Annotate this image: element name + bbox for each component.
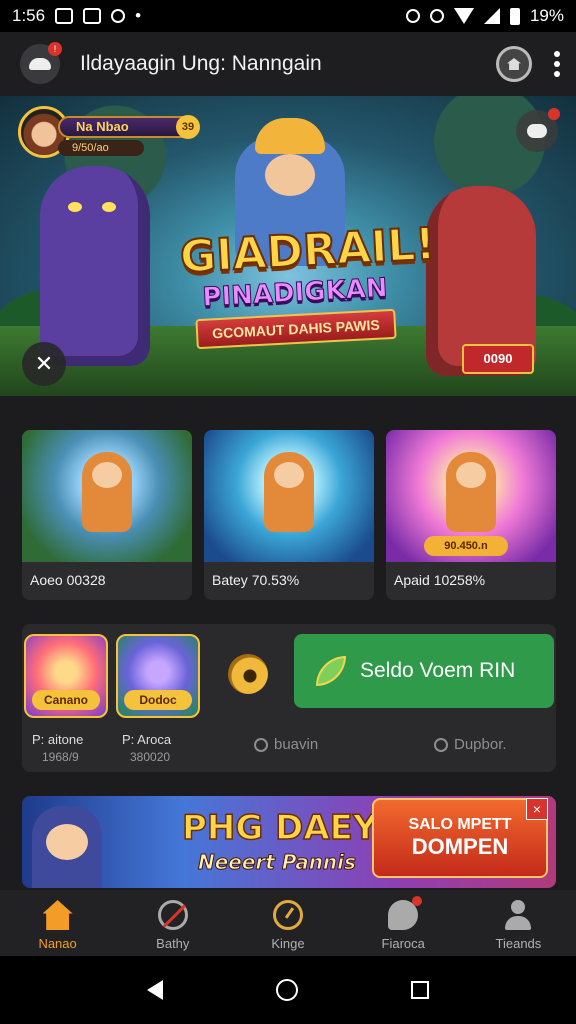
recents-icon[interactable] (411, 981, 430, 999)
wrench-icon: ✕ (34, 351, 54, 376)
notification-badge: ! (48, 42, 62, 56)
nav-item-kinge[interactable]: Kinge (230, 890, 345, 956)
signal-icon (483, 8, 500, 24)
claim-button[interactable]: Seldo Voem RIN (294, 634, 554, 708)
hero-banner[interactable]: Na Nbao 39 9/50/ao GIADRAIL! PINADIGKAN … (0, 96, 576, 396)
game-thumbnail (204, 430, 374, 562)
promo-cta-line2: DOMPEN (411, 834, 509, 859)
chat-icon (527, 124, 547, 138)
purple-monster-illustration (40, 166, 150, 366)
reward-badge: Dodoc (124, 690, 192, 710)
link-dupbor[interactable]: Dupbor. (434, 736, 507, 753)
image-icon (83, 8, 102, 24)
user-icon (503, 900, 533, 930)
home-button[interactable] (496, 46, 532, 82)
game-card-row: Aoeo 00328 Batey 70.53% 90.450.n Apaid 1… (22, 430, 556, 600)
game-label: Batey 70.53% (212, 572, 300, 588)
wifi-icon (453, 8, 474, 24)
battery-level: 19% (529, 6, 564, 25)
gauge-icon (273, 900, 303, 930)
player-name-pill: Na Nbao 39 (58, 115, 200, 139)
tools-button[interactable]: ✕ (22, 342, 66, 386)
reward-name-1: P: aitone (32, 732, 84, 747)
home-icon (42, 900, 73, 930)
nav-item-friends[interactable]: Tieands (461, 890, 576, 956)
dnd-icon (429, 9, 444, 23)
bottom-nav: Nanao Bathy Kinge Fiaroca Tieands (0, 890, 576, 956)
nav-item-chat[interactable]: Fiaroca (346, 890, 461, 956)
promo-banner[interactable]: PHG DAEY Neeert Pannis SALO MPETT DOMPEN… (22, 796, 556, 888)
menu-button[interactable]: ! (20, 42, 62, 84)
reward-name-2: P: Aroca (122, 732, 172, 747)
reward-badge: Canano (32, 690, 100, 710)
nav-item-home[interactable]: Nanao (0, 890, 115, 956)
promo-cta-button[interactable]: SALO MPETT DOMPEN × (372, 798, 548, 878)
game-card-3[interactable]: 90.450.n Apaid 10258% (386, 430, 556, 600)
home-circle-icon[interactable] (275, 979, 298, 1001)
game-label: Apaid 10258% (394, 572, 486, 588)
support-icon (434, 737, 448, 752)
home-icon (507, 58, 521, 70)
chat-button[interactable] (516, 108, 560, 152)
status-bar: 1:56 • 19% (0, 0, 576, 32)
app-bar: ! Ildayaagin Ung: Nanngain (0, 32, 576, 96)
reward-value-2: 380020 (130, 750, 171, 764)
game-card-1[interactable]: Aoeo 00328 (22, 430, 192, 600)
coin-icon (228, 654, 268, 694)
nav-label: Bathy (156, 936, 190, 951)
promo-title: PHG DAEY (181, 807, 378, 849)
app-title: Ildayaagin Ung: Nanngain (80, 52, 322, 75)
rewards-panel: Canano Dodoc P: aitone 1968/9 P: Aroca 3… (22, 624, 556, 772)
alarm-icon (405, 9, 420, 23)
system-nav-bar (0, 956, 576, 1024)
shield-icon (111, 9, 126, 23)
promo-subtitle: Neeert Pannis (198, 850, 357, 875)
claim-button-label: Seldo Voem RIN (360, 659, 516, 682)
overflow-menu-button[interactable] (554, 51, 560, 77)
chat-badge (548, 108, 560, 120)
game-card-2[interactable]: Batey 70.53% (204, 430, 374, 600)
nav-label: Nanao (38, 936, 77, 951)
game-label: Aoeo 00328 (30, 572, 106, 588)
mail-icon (55, 8, 74, 24)
game-thumbnail: 90.450.n (386, 430, 556, 562)
nav-label: Tieands (495, 936, 542, 951)
reward-value-1: 1968/9 (42, 750, 79, 764)
sword-icon (157, 900, 188, 930)
game-price-badge: 90.450.n (424, 536, 508, 556)
player-profile[interactable]: Na Nbao 39 9/50/ao (18, 106, 202, 158)
game-thumbnail (22, 430, 192, 562)
nav-item-battle[interactable]: Bathy (115, 890, 230, 956)
close-icon[interactable]: × (526, 798, 548, 820)
status-time: 1:56 (12, 6, 46, 25)
player-name: Na Nbao (76, 119, 129, 134)
chat-badge (412, 896, 423, 906)
link-buavin[interactable]: buavin (254, 736, 318, 753)
gold-count: 39 (176, 115, 200, 139)
hat-icon (29, 58, 51, 70)
pirate-illustration (32, 806, 102, 888)
back-icon[interactable] (146, 980, 163, 1000)
leaf-icon (316, 656, 346, 686)
promo-cta-line1: SALO MPETT (408, 816, 512, 833)
reward-item-2[interactable]: Dodoc (116, 634, 200, 718)
player-gems: 9/50/ao (58, 140, 144, 156)
battery-icon (509, 7, 520, 25)
reward-item-1[interactable]: Canano (24, 634, 108, 718)
chat-icon (388, 896, 423, 930)
refresh-icon (254, 737, 268, 752)
more-notifications-icon: • (135, 6, 142, 25)
nav-label: Kinge (271, 936, 305, 951)
treasure-chest-value[interactable]: 0090 (462, 344, 534, 374)
nav-label: Fiaroca (381, 936, 425, 951)
